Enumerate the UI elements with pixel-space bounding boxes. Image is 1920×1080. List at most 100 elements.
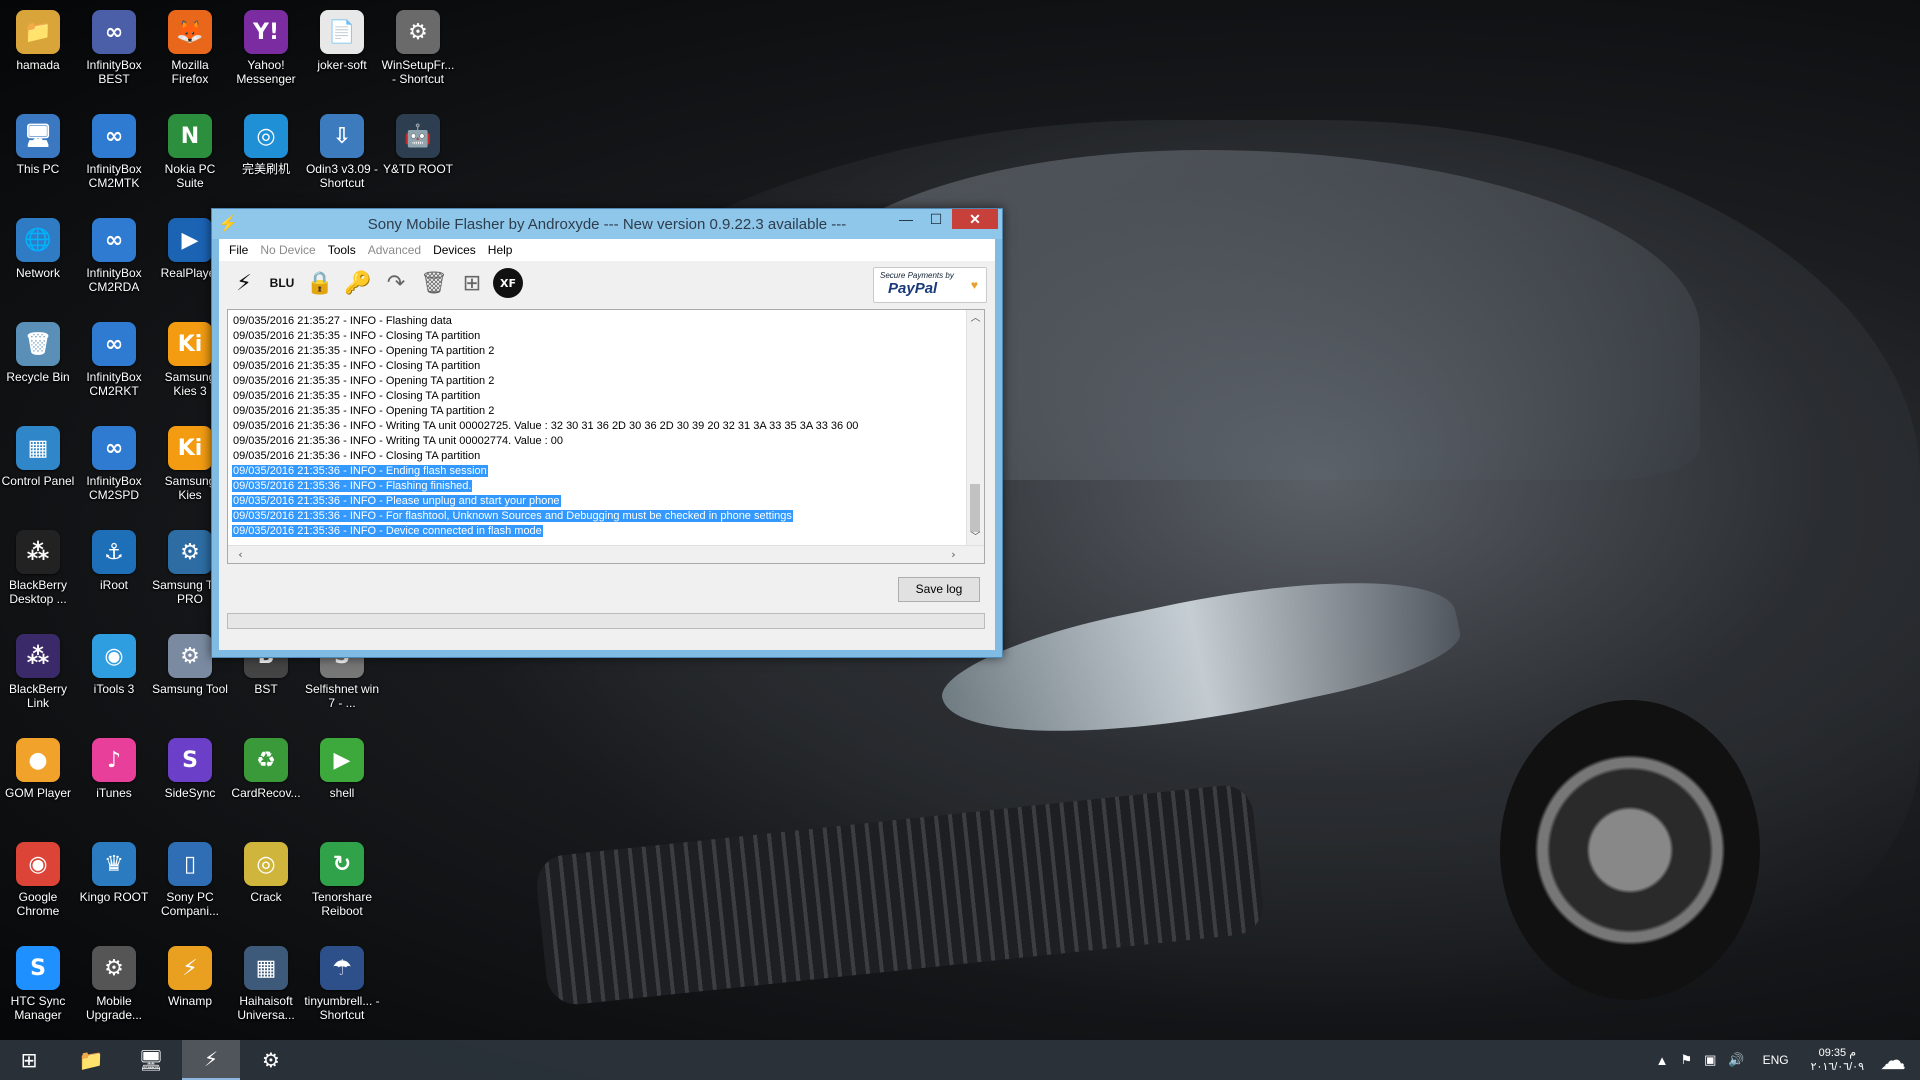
menu-file[interactable]: File xyxy=(223,243,254,257)
desktop-icon-label: iTools 3 xyxy=(93,682,135,696)
desktop-icon-infinitybox-cm2rda[interactable]: ∞ InfinityBox CM2RDA xyxy=(76,212,152,296)
desktop-icon-yahoo-messenger[interactable]: Y! Yahoo! Messenger xyxy=(228,4,304,88)
taskbar-settings-app[interactable]: ⚙ xyxy=(242,1040,300,1080)
desktop-icon-haihaisoft-universa[interactable]: ▦ Haihaisoft Universa... xyxy=(228,940,304,1024)
scroll-right-arrow-icon[interactable]: › xyxy=(945,546,962,563)
log-line[interactable]: 09/035/2016 21:35:35 - INFO - Closing TA… xyxy=(232,359,964,374)
lightning-icon: ⚡ xyxy=(236,270,252,296)
desktop-icon-hamada[interactable]: 📁 hamada xyxy=(0,4,76,88)
desktop-icon-infinitybox-best[interactable]: ∞ InfinityBox BEST xyxy=(76,4,152,88)
desktop-icon-gom-player[interactable]: ● GOM Player xyxy=(0,732,76,816)
desktop-icon-odin3-v3-09-shortcut[interactable]: ⇩ Odin3 v3.09 - Shortcut xyxy=(304,108,380,192)
desktop-icon-network[interactable]: 🌐 Network xyxy=(0,212,76,296)
taskbar-flashtool[interactable]: ⚡ xyxy=(182,1040,240,1080)
xperia-firmware-button[interactable]: XF xyxy=(493,268,523,298)
app-icon: N xyxy=(168,114,212,158)
log-line[interactable]: 09/035/2016 21:35:36 - INFO - Ending fla… xyxy=(232,464,964,479)
log-line[interactable]: 09/035/2016 21:35:35 - INFO - Closing TA… xyxy=(232,389,964,404)
desktop-icon-sony-pc-compani[interactable]: ▯ Sony PC Compani... xyxy=(152,836,228,920)
desktop-icon-this-pc[interactable]: 🖥 This PC xyxy=(0,108,76,192)
desktop-icon-htc-sync-manager[interactable]: S HTC Sync Manager xyxy=(0,940,76,1024)
flashtool-window: ⚡ Sony Mobile Flasher by Androxyde --- N… xyxy=(211,208,1003,658)
desktop-icon-winamp[interactable]: ⚡ Winamp xyxy=(152,940,228,1024)
language-indicator[interactable]: ENG xyxy=(1763,1053,1789,1067)
desktop-icon-infinitybox-cm2rkt[interactable]: ∞ InfinityBox CM2RKT xyxy=(76,316,152,400)
log-panel[interactable]: 09/035/2016 21:35:27 - INFO - Flashing d… xyxy=(227,309,985,564)
log-line[interactable]: 09/035/2016 21:35:35 - INFO - Closing TA… xyxy=(232,329,964,344)
desktop-icon-itunes[interactable]: ♪ iTunes xyxy=(76,732,152,816)
desktop-icon-iroot[interactable]: ⚓ iRoot xyxy=(76,524,152,608)
desktop-icon-blackberry-link[interactable]: ⁂ BlackBerry Link xyxy=(0,628,76,712)
show-hidden-icons-icon[interactable]: ▲ xyxy=(1656,1053,1669,1068)
desktop-icon-itools-3[interactable]: ◉ iTools 3 xyxy=(76,628,152,712)
blu-button[interactable]: BLU xyxy=(265,266,299,300)
app-icon: S xyxy=(16,946,60,990)
log-line[interactable]: 09/035/2016 21:35:35 - INFO - Opening TA… xyxy=(232,374,964,389)
network-icon[interactable]: ▣ xyxy=(1704,1052,1716,1068)
log-line[interactable]: 09/035/2016 21:35:36 - INFO - Writing TA… xyxy=(232,434,964,449)
volume-icon[interactable]: 🔊 xyxy=(1728,1052,1744,1068)
flash-button[interactable]: ⚡ xyxy=(227,266,261,300)
log-line[interactable]: 09/035/2016 21:35:36 - INFO - Please unp… xyxy=(232,494,964,509)
log-line[interactable]: 09/035/2016 21:35:36 - INFO - Flashing f… xyxy=(232,479,964,494)
desktop-icon-kingo-root[interactable]: ♛ Kingo ROOT xyxy=(76,836,152,920)
log-line[interactable]: 09/035/2016 21:35:35 - INFO - Opening TA… xyxy=(232,404,964,419)
log-line[interactable]: 09/035/2016 21:35:36 - INFO - Writing TA… xyxy=(232,419,964,434)
desktop-icon-blackberry-desktop[interactable]: ⁂ BlackBerry Desktop ... xyxy=(0,524,76,608)
app-icon: 📁 xyxy=(16,10,60,54)
weather-cloud-icon[interactable]: ☁ xyxy=(1880,1045,1906,1076)
window-titlebar[interactable]: ⚡ Sony Mobile Flasher by Androxyde --- N… xyxy=(212,209,1002,239)
scroll-up-arrow-icon[interactable]: ︿ xyxy=(967,310,984,327)
desktop-icon-cardrecov[interactable]: ♻ CardRecov... xyxy=(228,732,304,816)
close-button[interactable]: ✕ xyxy=(952,209,998,229)
desktop-icon-crack[interactable]: ◎ Crack xyxy=(228,836,304,920)
vertical-scrollbar[interactable]: ︿ ﹀ xyxy=(966,310,984,546)
desktop-icon-recycle-bin[interactable]: 🗑 Recycle Bin xyxy=(0,316,76,400)
horizontal-scrollbar[interactable]: ‹ › xyxy=(228,545,984,563)
desktop-icon-y-td-root[interactable]: 🤖 Y&TD ROOT xyxy=(380,108,456,192)
taskbar-file-explorer[interactable]: 📁 xyxy=(62,1040,120,1080)
desktop-icon-label: Mozilla Firefox xyxy=(171,58,209,86)
desktop-icon-[interactable]: ◎ 完美刷机 xyxy=(228,108,304,192)
desktop-icon-label: InfinityBox BEST xyxy=(86,58,142,86)
log-line[interactable]: 09/035/2016 21:35:35 - INFO - Opening TA… xyxy=(232,344,964,359)
taskbar-desktop-app[interactable]: 🖥 xyxy=(122,1040,180,1080)
paypal-secure-text: Secure Payments by xyxy=(880,271,954,280)
redo-button[interactable]: ↷ xyxy=(379,266,413,300)
delete-button[interactable]: 🗑 xyxy=(417,266,451,300)
scroll-thumb[interactable] xyxy=(970,484,980,532)
desktop-icon-sidesync[interactable]: S SideSync xyxy=(152,732,228,816)
desktop-icon-mobile-upgrade[interactable]: ⚙ Mobile Upgrade... xyxy=(76,940,152,1024)
scroll-down-arrow-icon[interactable]: ﹀ xyxy=(967,529,984,546)
log-line[interactable]: 09/035/2016 21:35:27 - INFO - Flashing d… xyxy=(232,314,964,329)
menu-devices[interactable]: Devices xyxy=(427,243,482,257)
desktop-icon-control-panel[interactable]: ▦ Control Panel xyxy=(0,420,76,504)
action-center-flag-icon[interactable]: ⚑ xyxy=(1680,1052,1692,1068)
desktop-icon-shell[interactable]: ▶ shell xyxy=(304,732,380,816)
lock-button[interactable]: 🔒 xyxy=(303,266,337,300)
add-button[interactable]: ⊞ xyxy=(455,266,489,300)
desktop-icon-infinitybox-cm2spd[interactable]: ∞ InfinityBox CM2SPD xyxy=(76,420,152,504)
taskbar-start-button[interactable]: ⊞ xyxy=(0,1040,58,1080)
log-line[interactable]: 09/035/2016 21:35:36 - INFO - Device con… xyxy=(232,524,964,539)
minimize-button[interactable]: — xyxy=(892,209,920,229)
desktop-icon-joker-soft[interactable]: 📄 joker-soft xyxy=(304,4,380,88)
desktop-icon-winsetupfr-shortcut[interactable]: ⚙ WinSetupFr... - Shortcut xyxy=(380,4,456,88)
desktop-icon-tenorshare-reiboot[interactable]: ↻ Tenorshare Reiboot xyxy=(304,836,380,920)
desktop-icon-tinyumbrell-shortcut[interactable]: ☂ tinyumbrell... - Shortcut xyxy=(304,940,380,1024)
save-log-button[interactable]: Save log xyxy=(898,577,980,602)
desktop-icon-google-chrome[interactable]: ◉ Google Chrome xyxy=(0,836,76,920)
maximize-button[interactable]: ☐ xyxy=(922,209,950,229)
menu-help[interactable]: Help xyxy=(482,243,519,257)
desktop-icon-mozilla-firefox[interactable]: 🦊 Mozilla Firefox xyxy=(152,4,228,88)
log-line[interactable]: 09/035/2016 21:35:36 - INFO - For flasht… xyxy=(232,509,964,524)
window-client-area: File No Device Tools Advanced Devices He… xyxy=(219,239,995,650)
desktop-icon-infinitybox-cm2mtk[interactable]: ∞ InfinityBox CM2MTK xyxy=(76,108,152,192)
log-line[interactable]: 09/035/2016 21:35:36 - INFO - Closing TA… xyxy=(232,449,964,464)
clock[interactable]: 09:35 م ٢٠١٦/٠٦/٠٩ xyxy=(1811,1046,1864,1074)
menu-tools[interactable]: Tools xyxy=(322,243,362,257)
key-button[interactable]: 🔑 xyxy=(341,266,375,300)
scroll-left-arrow-icon[interactable]: ‹ xyxy=(232,546,249,563)
desktop-icon-nokia-pc-suite[interactable]: N Nokia PC Suite xyxy=(152,108,228,192)
paypal-donate-button[interactable]: Secure Payments by PayPal ♥ xyxy=(873,267,987,303)
